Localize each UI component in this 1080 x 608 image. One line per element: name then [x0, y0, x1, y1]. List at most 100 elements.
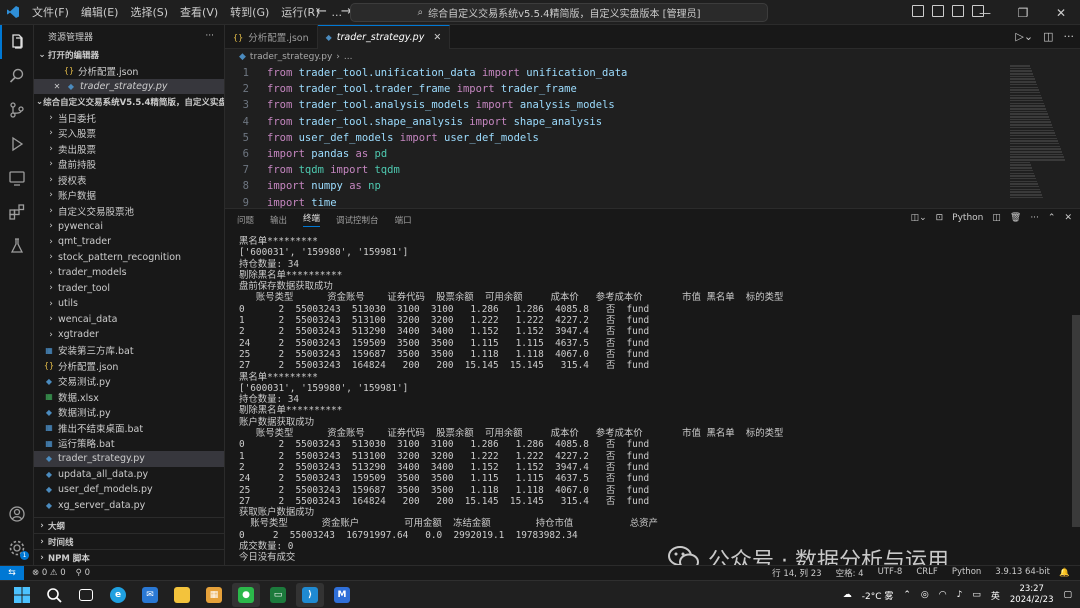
- folder-item[interactable]: › pywencai: [34, 219, 224, 235]
- language-mode[interactable]: Python: [952, 567, 981, 579]
- file-item[interactable]: ▦ 安装第三方库.bat: [34, 343, 224, 359]
- folder-item[interactable]: › 盘前持股: [34, 157, 224, 173]
- breadcrumb-file[interactable]: trader_strategy.py: [250, 52, 332, 62]
- battery-icon[interactable]: ▭: [972, 590, 981, 600]
- file-item[interactable]: ◆ user_def_models.py: [34, 482, 224, 498]
- panel-tab[interactable]: 问题: [237, 214, 254, 226]
- run-file-icon[interactable]: ▷⌄: [1015, 30, 1033, 43]
- folder-item[interactable]: › trader_models: [34, 265, 224, 281]
- tray-app-icon[interactable]: ◎: [921, 590, 929, 600]
- folder-item[interactable]: › trader_tool: [34, 281, 224, 297]
- split-terminal-icon[interactable]: ◫⌄: [911, 213, 927, 223]
- notification-center-icon[interactable]: ▢: [1063, 590, 1072, 600]
- file-item[interactable]: ▦ 推出不结束桌面.bat: [34, 420, 224, 436]
- open-editors-section[interactable]: ⌄ 打开的编辑器: [34, 47, 224, 63]
- timeline-section[interactable]: › 时间线: [34, 533, 224, 549]
- task-view-icon[interactable]: [72, 583, 100, 607]
- terminal-output[interactable]: 黑名单********* ['600031', '159980', '159981…: [239, 236, 1059, 564]
- file-item[interactable]: ◆ xg_server_data.py: [34, 498, 224, 514]
- account-icon[interactable]: [0, 497, 34, 531]
- terminal-shell-label[interactable]: Python: [952, 213, 983, 223]
- menu-go[interactable]: 转到(G): [224, 0, 275, 25]
- explorer-icon[interactable]: [0, 25, 34, 59]
- maximize-panel-icon[interactable]: ⌃: [1048, 213, 1056, 223]
- folder-item[interactable]: › utils: [34, 296, 224, 312]
- volume-icon[interactable]: ♪: [957, 590, 963, 600]
- extensions-icon[interactable]: [0, 195, 34, 229]
- file-explorer-icon[interactable]: [168, 583, 196, 607]
- folder-item[interactable]: › qmt_trader: [34, 234, 224, 250]
- split-editor-icon[interactable]: ◫: [1043, 30, 1053, 43]
- store-icon[interactable]: ▦: [200, 583, 228, 607]
- terminal-app-icon[interactable]: ▭: [264, 583, 292, 607]
- minimap[interactable]: [1010, 65, 1066, 208]
- folder-item[interactable]: › 卖出股票: [34, 141, 224, 157]
- file-item[interactable]: ▦ 数据.xlsx: [34, 389, 224, 405]
- line-ending[interactable]: CRLF: [916, 567, 937, 579]
- close-icon[interactable]: ✕: [1042, 0, 1080, 25]
- folder-item[interactable]: › wencai_data: [34, 312, 224, 328]
- more-actions-icon[interactable]: ···: [205, 31, 214, 41]
- vscode-taskbar-icon[interactable]: ⟩: [296, 582, 324, 607]
- panel-tab[interactable]: 输出: [270, 214, 287, 226]
- menu-edit[interactable]: 编辑(E): [75, 0, 125, 25]
- encoding[interactable]: UTF-8: [878, 567, 903, 579]
- folder-item[interactable]: › 买入股票: [34, 126, 224, 142]
- wifi-icon[interactable]: ◠: [939, 590, 947, 600]
- restore-icon[interactable]: ❐: [1004, 0, 1042, 25]
- mail-icon[interactable]: ✉: [136, 583, 164, 607]
- toggle-panel-icon[interactable]: [932, 5, 944, 17]
- tab-analysis-config-json[interactable]: {} 分析配置.json: [225, 25, 318, 49]
- run-debug-icon[interactable]: [0, 127, 34, 161]
- menu-selection[interactable]: 选择(S): [124, 0, 174, 25]
- toggle-secondary-sidebar-icon[interactable]: [952, 5, 964, 17]
- manage-gear-icon[interactable]: 1: [0, 531, 34, 565]
- file-item[interactable]: ▦ 运行策略.bat: [34, 436, 224, 452]
- edge-browser-icon[interactable]: e: [104, 583, 132, 607]
- close-tab-icon[interactable]: ✕: [433, 32, 441, 43]
- more-actions-icon[interactable]: ···: [1030, 213, 1039, 223]
- cursor-position[interactable]: 行 14, 列 23: [772, 567, 821, 579]
- command-center-search[interactable]: ⌕ 综合自定义交易系统v5.5.4精简版，自定义实盘版本 [管理员]: [350, 3, 768, 22]
- wechat-icon[interactable]: ●: [232, 582, 260, 607]
- folder-item[interactable]: › stock_pattern_recognition: [34, 250, 224, 266]
- open-editor-item-active[interactable]: ✕ ◆ trader_strategy.py: [34, 78, 224, 94]
- close-panel-icon[interactable]: ✕: [1064, 213, 1072, 223]
- file-item[interactable]: {} 分析配置.json: [34, 358, 224, 374]
- notifications-bell-icon[interactable]: 🔔: [1059, 568, 1070, 578]
- panel-tab[interactable]: 终端: [303, 212, 321, 227]
- project-section[interactable]: ⌄ 综合自定义交易系统V5.5.4精简版，自定义实盘...: [34, 94, 224, 110]
- tab-trader-strategy-py[interactable]: ◆ trader_strategy.py ✕: [317, 25, 451, 49]
- close-editor-icon[interactable]: ✕: [52, 81, 62, 91]
- split-icon[interactable]: ◫: [992, 213, 1001, 223]
- trash-icon[interactable]: 🗑: [1010, 213, 1021, 223]
- more-actions-icon[interactable]: ···: [1064, 30, 1075, 43]
- input-method[interactable]: 英: [991, 589, 1000, 602]
- back-arrow-icon[interactable]: ←: [316, 4, 327, 19]
- problems-count[interactable]: ⊗ 0 ⚠ 0: [32, 568, 66, 578]
- panel-tab[interactable]: 调试控制台: [336, 214, 379, 226]
- npm-scripts-section[interactable]: › NPM 脚本: [34, 549, 224, 565]
- panel-tab[interactable]: 端口: [395, 214, 412, 226]
- file-item[interactable]: ◆ trader_strategy.py: [34, 451, 224, 467]
- minimize-icon[interactable]: —: [966, 0, 1004, 25]
- source-control-icon[interactable]: [0, 93, 34, 127]
- search-sidebar-icon[interactable]: [0, 59, 34, 93]
- code-editor[interactable]: 1 from trader_tool.unification_data impor…: [225, 65, 1080, 208]
- folder-item[interactable]: › 账户数据: [34, 188, 224, 204]
- remote-indicator-icon[interactable]: ⇆: [0, 565, 24, 581]
- folder-item[interactable]: › 自定义交易股票池: [34, 203, 224, 219]
- folder-item[interactable]: › 当日委托: [34, 110, 224, 126]
- taskbar-search-icon[interactable]: [40, 583, 68, 607]
- outline-section[interactable]: › 大纲: [34, 517, 224, 533]
- folder-item[interactable]: › xgtrader: [34, 327, 224, 343]
- open-editor-item[interactable]: {} 分析配置.json: [34, 63, 224, 79]
- file-item[interactable]: ◆ updata_all_data.py: [34, 467, 224, 483]
- tray-chevron-icon[interactable]: ⌃: [903, 590, 911, 600]
- toggle-primary-sidebar-icon[interactable]: [912, 5, 924, 17]
- ports-count[interactable]: ⚲ 0: [76, 568, 90, 578]
- clock[interactable]: 23:27 2024/2/23: [1010, 584, 1054, 606]
- windows-start-icon[interactable]: [8, 583, 36, 607]
- file-item[interactable]: ◆ 数据测试.py: [34, 405, 224, 421]
- indentation[interactable]: 空格: 4: [836, 567, 864, 579]
